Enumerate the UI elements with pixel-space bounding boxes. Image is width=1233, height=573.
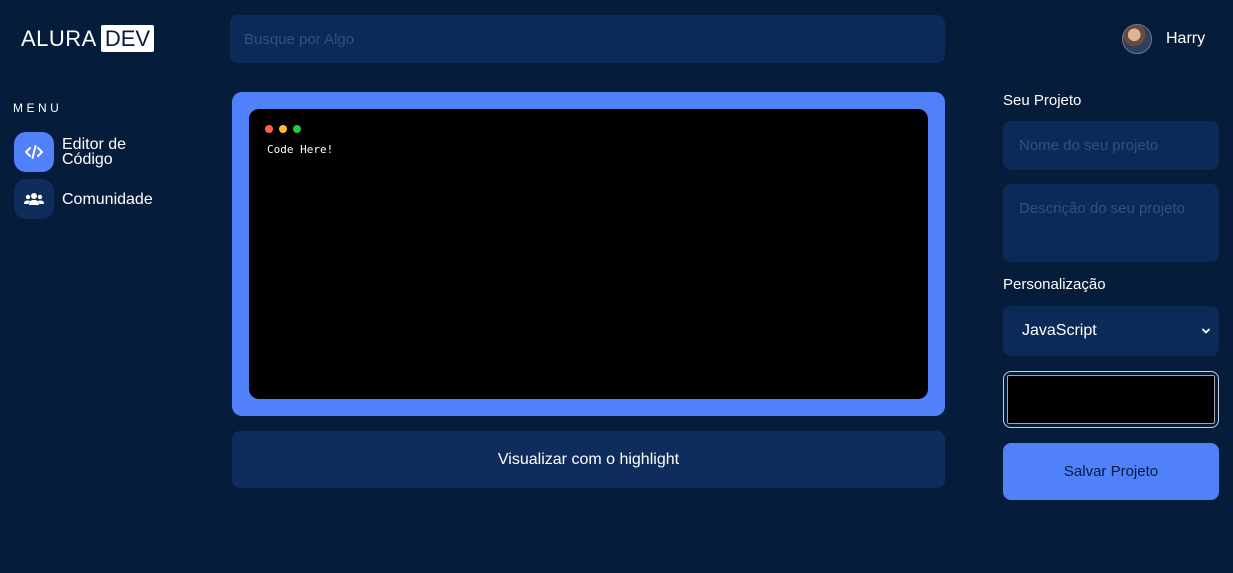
users-icon xyxy=(14,179,54,219)
color-picker[interactable] xyxy=(1003,371,1219,428)
logo[interactable]: ALURA DEV xyxy=(21,25,155,52)
language-select-value: JavaScript xyxy=(1022,322,1097,339)
minimize-dot-icon xyxy=(279,125,287,133)
code-icon xyxy=(14,132,54,172)
menu-item-label: Editor de Código xyxy=(62,136,127,168)
code-text[interactable]: Code Here! xyxy=(267,143,333,156)
user-name: Harry xyxy=(1166,30,1206,47)
user-profile[interactable]: Harry xyxy=(1122,24,1205,54)
logo-badge: DEV xyxy=(100,25,155,52)
project-description-input[interactable] xyxy=(1003,184,1219,262)
window-controls xyxy=(265,125,301,133)
project-name-input[interactable] xyxy=(1003,121,1219,170)
customization-section-title: Personalização xyxy=(1003,276,1106,293)
editor-frame: Code Here! xyxy=(232,92,945,416)
code-editor[interactable]: Code Here! xyxy=(249,109,928,399)
logo-text: ALURA xyxy=(21,26,97,51)
menu-title: MENU xyxy=(13,101,63,115)
project-section-title: Seu Projeto xyxy=(1003,92,1082,109)
menu-item-comunidade[interactable]: Comunidade xyxy=(14,179,172,219)
close-dot-icon xyxy=(265,125,273,133)
save-project-button[interactable]: Salvar Projeto xyxy=(1003,443,1219,500)
maximize-dot-icon xyxy=(293,125,301,133)
color-swatch xyxy=(1007,375,1215,424)
menu-item-editor[interactable]: Editor de Código xyxy=(14,132,172,172)
search-input[interactable] xyxy=(230,15,945,63)
chevron-down-icon xyxy=(1202,328,1210,334)
avatar[interactable] xyxy=(1122,24,1152,54)
menu-item-label: Comunidade xyxy=(62,190,153,208)
highlight-button[interactable]: Visualizar com o highlight xyxy=(232,431,945,488)
language-select[interactable]: JavaScript xyxy=(1003,306,1219,356)
